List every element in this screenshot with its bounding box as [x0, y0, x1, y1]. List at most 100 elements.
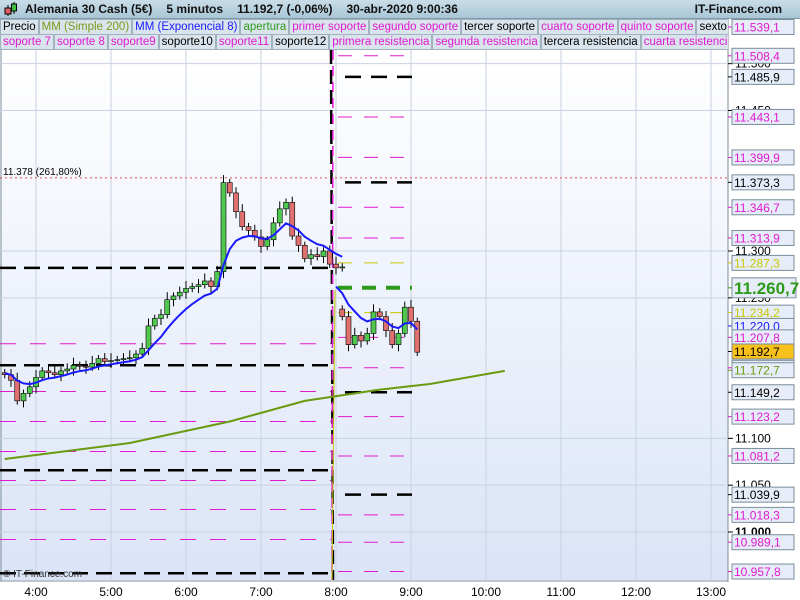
legend-item[interactable]: MM (Exponencial 8): [132, 19, 241, 35]
price-label: 11.149,2: [734, 386, 780, 400]
candle-bullish: [39, 370, 46, 378]
legend-item[interactable]: soporte10: [158, 34, 216, 50]
candle-bearish: [51, 372, 58, 375]
legend-item[interactable]: primer soporte: [289, 19, 370, 35]
candle-bearish: [76, 364, 83, 367]
candle-bullish: [145, 325, 152, 349]
price-label: 11.443,1: [734, 110, 780, 124]
price-label: 11.207,8: [734, 331, 780, 345]
price-label: 11.485,9: [734, 70, 780, 84]
candle-bullish: [164, 299, 171, 315]
price-label: 11.260,7: [734, 279, 799, 298]
x-tick-label: 7:00: [249, 585, 273, 599]
candle-bullish: [370, 311, 377, 334]
legend-item[interactable]: soporte 8: [53, 34, 108, 50]
candle-bearish: [408, 306, 414, 322]
legend-row-2: soporte 7 soporte 8 soporte9 soporte10 sopor…: [0, 34, 728, 50]
candle-bearish: [326, 250, 333, 265]
x-tick-label: 10:00: [471, 585, 501, 599]
candle-bullish: [264, 239, 271, 247]
legend-item[interactable]: soporte12: [272, 34, 330, 50]
legend-item[interactable]: tercera resistencia: [540, 34, 641, 50]
y-tick-label: 11.100: [735, 431, 771, 445]
candle-bullish: [308, 254, 314, 259]
candle-bearish: [358, 335, 364, 342]
legend-item[interactable]: soporte11: [215, 34, 273, 50]
candle-bearish: [233, 192, 239, 212]
datetime: 30-abr-2020 9:00:36: [346, 2, 458, 16]
candle-bearish: [245, 226, 252, 231]
legend-row-1: Precio MM (Simple 200) MM (Exponencial 8) a…: [0, 19, 728, 35]
legend-item[interactable]: segunda resistencia: [432, 34, 541, 50]
candle-bullish: [58, 370, 64, 375]
legend-item[interactable]: MM (Simple 200): [38, 19, 133, 35]
candle-bearish: [83, 365, 89, 368]
candle-bullish: [120, 358, 127, 361]
candle-bearish: [301, 245, 308, 259]
legend-item[interactable]: Precio: [0, 19, 39, 35]
candle-bearish: [345, 316, 352, 345]
price-label: 11.508,4: [734, 49, 780, 63]
legend-item[interactable]: cuarto soporte: [538, 19, 618, 35]
brand: IT-Finance.com: [694, 2, 782, 16]
legend-item[interactable]: cuarta resistencia: [640, 34, 728, 50]
x-tick-label: 4:00: [24, 585, 48, 599]
candle-bearish: [45, 370, 52, 374]
candle-bearish: [239, 211, 246, 227]
price-label: 11.081,2: [734, 449, 780, 463]
candle-bullish: [276, 208, 283, 224]
candle-bearish: [314, 254, 321, 257]
candle-bearish: [389, 330, 396, 345]
price-label: 11.346,7: [734, 201, 780, 215]
legend-item[interactable]: tercer soporte: [461, 19, 539, 35]
candle-bullish: [351, 335, 358, 345]
candle-bullish: [158, 314, 164, 319]
candle-bullish: [26, 386, 33, 394]
candle-bullish: [133, 353, 139, 359]
candle-bullish: [401, 306, 408, 334]
candle-bullish: [201, 280, 208, 286]
price-label: 11.373,3: [734, 176, 780, 190]
candle-bullish: [320, 250, 327, 257]
x-tick-label: 6:00: [174, 585, 198, 599]
candle-bullish: [151, 318, 158, 327]
x-tick-label: 5:00: [99, 585, 123, 599]
candle-bullish: [189, 286, 196, 289]
plot-area: [0, 50, 728, 580]
legend-item[interactable]: sexto soporte: [696, 19, 728, 35]
candle-bearish: [226, 182, 233, 194]
candle-bullish: [114, 359, 121, 361]
instrument-name: Alemania 30 Cash (5€): [25, 2, 153, 16]
candle-bearish: [414, 320, 421, 353]
candle-bullish: [70, 364, 77, 370]
legend-item[interactable]: quinto soporte: [617, 19, 697, 35]
legend-item[interactable]: primera resistencia: [329, 34, 433, 50]
candle-bullish: [95, 358, 102, 364]
price-label: 11.399,9: [734, 151, 780, 165]
x-tick-label: 9:00: [399, 585, 423, 599]
price-label: 11.018,3: [734, 508, 780, 522]
candle-bullish: [195, 284, 202, 287]
candle-bullish: [395, 333, 402, 345]
candle-bearish: [295, 235, 302, 246]
price-label: 11.313,9: [734, 231, 780, 245]
x-tick-label: 12:00: [621, 585, 651, 599]
x-tick-label: 11:00: [546, 585, 575, 599]
candle-bullish: [89, 363, 96, 368]
legend-item[interactable]: soporte9: [107, 34, 159, 50]
candle-bullish: [183, 288, 189, 293]
candle-bearish: [289, 201, 296, 237]
legend-item[interactable]: soporte 7: [0, 34, 54, 50]
price-label: 11.172,7: [734, 364, 780, 378]
price-label: 11.123,2: [734, 410, 780, 424]
candle-bearish: [333, 263, 339, 269]
price-label: 11.039,9: [734, 488, 780, 502]
price-chart[interactable]: 4:00 5:00 6:00 7:00 8:00 9:00 10:00 11:00 12:00 1…: [0, 0, 800, 600]
x-tick-label: 8:00: [324, 585, 348, 599]
legend-item[interactable]: segundo soporte: [369, 19, 462, 35]
candle-bullish: [126, 357, 133, 360]
candle-bullish: [108, 360, 114, 362]
legend-item[interactable]: apertura: [240, 19, 290, 35]
x-tick-label: 13:00: [696, 585, 726, 599]
price-label: 10.989,1: [734, 536, 781, 550]
